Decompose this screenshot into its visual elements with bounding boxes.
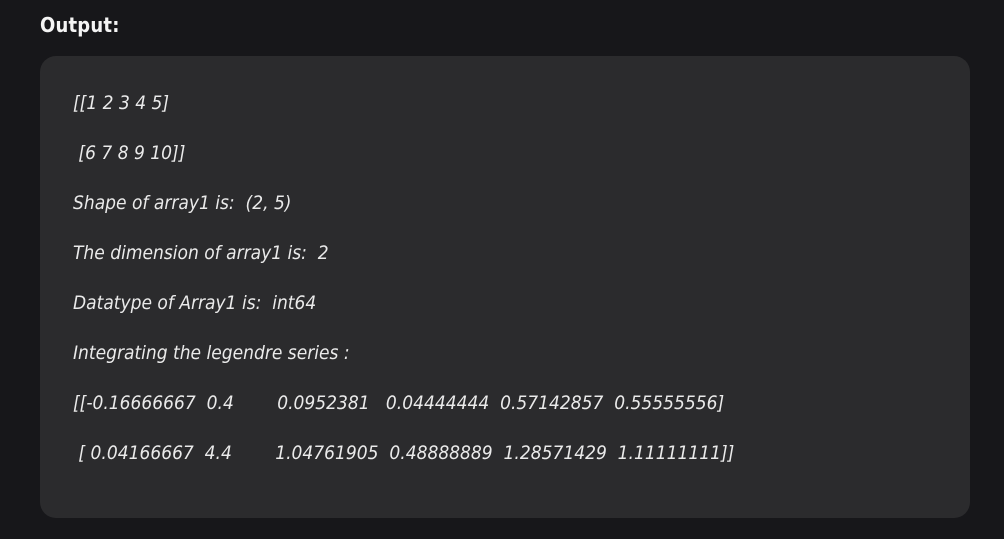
output-heading: Output: [40, 13, 120, 37]
output-line: [[1 2 3 4 5] [73, 92, 170, 114]
output-line: [6 7 8 9 10]] [73, 142, 186, 164]
output-line: Datatype of Array1 is: int64 [73, 292, 317, 314]
output-line: Integrating the legendre series : [73, 342, 350, 364]
output-line: Shape of array1 is: (2, 5) [73, 192, 292, 214]
output-line: [[-0.16666667 0.4 0.0952381 0.04444444 0… [73, 392, 725, 414]
output-panel: [[1 2 3 4 5] [6 7 8 9 10]] Shape of arra… [40, 56, 970, 518]
output-line: The dimension of array1 is: 2 [73, 242, 329, 264]
output-line: [ 0.04166667 4.4 1.04761905 0.48888889 1… [73, 442, 735, 464]
